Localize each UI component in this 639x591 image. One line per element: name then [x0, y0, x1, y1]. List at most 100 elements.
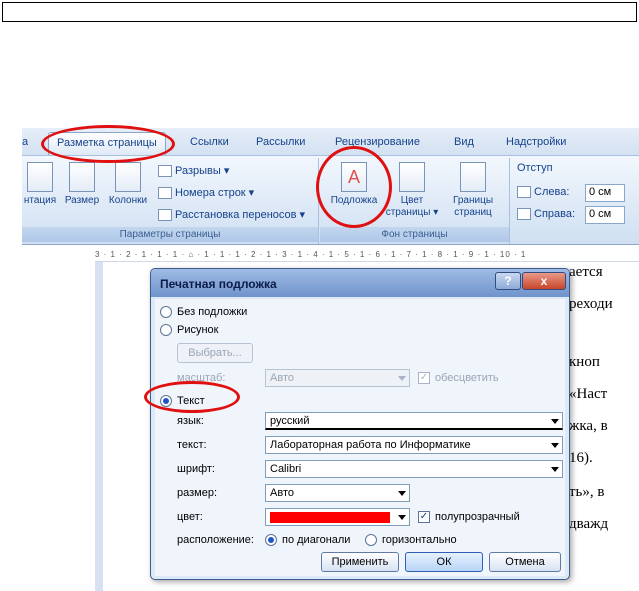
no-watermark-radio[interactable]: [160, 306, 172, 318]
tab-view[interactable]: Вид: [454, 136, 474, 148]
layout-label: расположение:: [177, 534, 254, 546]
doc-line: дважд: [569, 516, 609, 532]
semitransparent-checkbox[interactable]: ✓: [418, 511, 430, 523]
size-label: размер:: [177, 487, 218, 499]
indent-left-input[interactable]: 0 см: [585, 184, 625, 202]
group-page-setup: нтация Размер Колонки Разрывы ▾ Номера с…: [22, 158, 319, 244]
group-page-background: A Подложка Цвет страницы ▾ Границы стран…: [320, 158, 510, 244]
group-paragraph: Отступ Слева: 0 см Справа: 0 см: [511, 158, 639, 244]
tab-references[interactable]: Ссылки: [190, 136, 229, 148]
no-watermark-label: Без подложки: [177, 306, 248, 318]
text-select[interactable]: Лабораторная работа по Информатике: [265, 436, 563, 454]
ribbon-groups: нтация Размер Колонки Разрывы ▾ Номера с…: [22, 155, 639, 244]
help-button[interactable]: ?: [495, 272, 521, 290]
indent-left-label: Слева:: [517, 186, 569, 199]
text-label: текст:: [177, 439, 207, 451]
page-borders-label-2: страниц: [454, 207, 492, 218]
page-color-label-1: Цвет: [400, 195, 424, 206]
picture-label: Рисунок: [177, 324, 219, 336]
color-label: цвет:: [177, 511, 203, 523]
breaks-label: Разрывы: [175, 165, 221, 177]
watermark-label: Подложка: [330, 195, 378, 206]
watermark-icon: A: [341, 162, 367, 192]
size-select[interactable]: Авто: [265, 484, 410, 502]
chevron-down-icon: [551, 467, 559, 472]
horizontal-radio[interactable]: [365, 534, 377, 546]
size-label: Размер: [64, 195, 100, 206]
chevron-down-icon: [551, 443, 559, 448]
apply-button[interactable]: Применить: [321, 552, 399, 572]
diagonal-radio[interactable]: [265, 534, 277, 546]
doc-line: реходи: [569, 296, 613, 312]
doc-line: ть», в: [569, 484, 605, 500]
orientation-button[interactable]: нтация: [22, 162, 62, 207]
breaks-button[interactable]: Разрывы ▾: [158, 164, 229, 178]
indent-label: Отступ: [517, 162, 553, 174]
doc-line: жка, в: [569, 418, 608, 434]
dialog-body: Без подложки Рисунок Выбрать... масштаб:…: [155, 299, 565, 576]
tab-add-ins[interactable]: Надстройки: [506, 136, 566, 148]
chevron-down-icon: [398, 515, 406, 520]
font-label: шрифт:: [177, 463, 215, 475]
group-label-page-background: Фон страницы: [320, 227, 509, 242]
group-label-page-setup: Параметры страницы: [22, 227, 318, 242]
hyphenation-icon: [158, 209, 172, 222]
columns-button[interactable]: Колонки: [104, 162, 152, 207]
text-option-label: Текст: [177, 395, 205, 407]
dialog-titlebar[interactable]: Печатная подложка ? x: [151, 269, 569, 297]
tab-mailings[interactable]: Рассылки: [256, 136, 305, 148]
picture-radio[interactable]: [160, 324, 172, 336]
watermark-dialog: Печатная подложка ? x Без подложки Рисун…: [150, 268, 570, 580]
font-select[interactable]: Calibri: [265, 460, 563, 478]
semitransparent-label: полупрозрачный: [435, 511, 520, 523]
indent-right-input[interactable]: 0 см: [585, 206, 625, 224]
tab-partial[interactable]: а: [22, 136, 28, 148]
doc-line: 16).: [569, 450, 593, 466]
text-radio[interactable]: [160, 395, 172, 407]
page-borders-label-1: Границы: [453, 195, 493, 206]
horizontal-ruler[interactable]: 3 · 1 · 2 · 1 · 1 · 1 · ⌂ · 1 · 1 · 1 · …: [95, 250, 639, 262]
dialog-title: Печатная подложка: [160, 277, 277, 291]
page-color-label-2: страницы: [385, 207, 431, 218]
page-borders-button[interactable]: Границы страниц: [446, 162, 500, 219]
indent-right-icon: [517, 208, 531, 221]
doc-line: кноп: [569, 354, 600, 370]
tab-review[interactable]: Рецензирование: [335, 136, 420, 148]
washout-checkbox[interactable]: ✓: [418, 372, 430, 384]
orientation-label: нтация: [23, 195, 57, 206]
size-button[interactable]: Размер: [62, 162, 102, 207]
language-select[interactable]: русский: [265, 412, 563, 430]
diagonal-label: по диагонали: [282, 534, 351, 546]
line-numbers-button[interactable]: Номера строк ▾: [158, 186, 254, 200]
close-button[interactable]: x: [522, 272, 566, 290]
indent-right-label: Справа:: [517, 208, 575, 221]
line-numbers-icon: [158, 187, 172, 200]
ribbon: а Разметка страницы Ссылки Рассылки Реце…: [22, 128, 639, 245]
page-borders-icon: [460, 162, 486, 192]
hyphenation-label: Расстановка переносов: [175, 209, 297, 221]
hyphenation-button[interactable]: Расстановка переносов ▾: [158, 208, 305, 222]
indent-left-icon: [517, 186, 531, 199]
doc-line: ается: [569, 264, 603, 280]
chevron-down-icon: [551, 419, 559, 424]
line-numbers-label: Номера строк: [175, 187, 246, 199]
cancel-button[interactable]: Отмена: [489, 552, 561, 572]
watermark-button[interactable]: A Подложка: [328, 162, 380, 207]
top-frame: [2, 2, 637, 22]
select-picture-button[interactable]: Выбрать...: [177, 343, 253, 363]
orientation-icon: [27, 162, 53, 192]
horizontal-label: горизонтально: [382, 534, 457, 546]
color-swatch: [270, 512, 390, 523]
tab-page-layout[interactable]: Разметка страницы: [48, 132, 166, 156]
page-color-button[interactable]: Цвет страницы ▾: [384, 162, 440, 219]
page-size-icon: [69, 162, 95, 192]
language-label: язык:: [177, 415, 204, 427]
chevron-down-icon: [398, 491, 406, 496]
ribbon-tab-bar: а Разметка страницы Ссылки Рассылки Реце…: [22, 128, 639, 156]
scale-select[interactable]: Авто: [265, 369, 410, 387]
page-color-icon: [399, 162, 425, 192]
color-select[interactable]: [265, 508, 410, 526]
ok-button[interactable]: ОК: [405, 552, 483, 572]
columns-icon: [115, 162, 141, 192]
columns-label: Колонки: [108, 195, 148, 206]
